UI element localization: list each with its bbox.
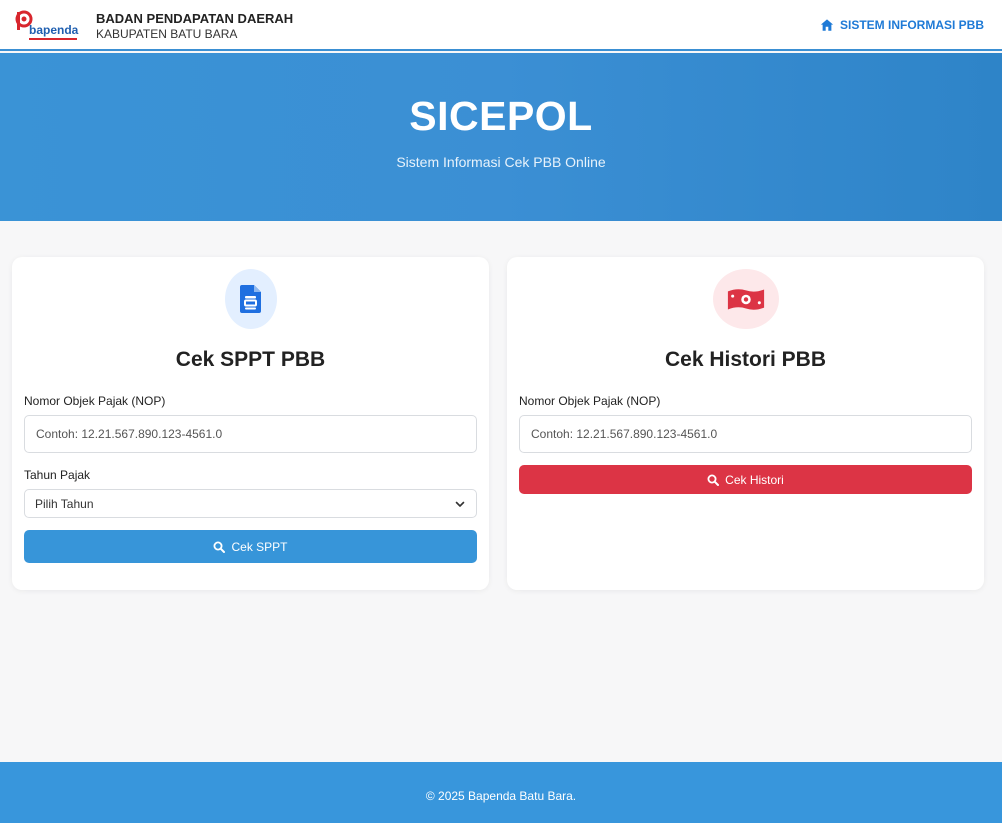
histori-nop-label: Nomor Objek Pajak (NOP) — [519, 394, 661, 408]
document-icon — [239, 285, 261, 313]
tahun-pajak-select[interactable]: Pilih Tahun — [24, 489, 477, 518]
nav-link-sistem-informasi-pbb[interactable]: SISTEM INFORMASI PBB — [820, 18, 984, 32]
hero-banner: SICEPOL Sistem Informasi Cek PBB Online — [0, 53, 1002, 221]
sppt-card-title: Cek SPPT PBB — [175, 348, 326, 371]
top-navbar: bapenda BADAN PENDAPATAN DAERAH KABUPATE… — [0, 0, 1002, 51]
sppt-icon-badge — [224, 269, 277, 329]
hero-title: SICEPOL — [409, 93, 593, 139]
logo-text: bapenda — [29, 23, 79, 37]
cek-sppt-button-label: Cek SPPT — [231, 539, 288, 554]
histori-nop-input[interactable] — [519, 415, 972, 453]
histori-card-title: Cek Histori PBB — [664, 348, 827, 371]
tahun-pajak-selected: Pilih Tahun — [35, 496, 94, 511]
brand-name: BADAN PENDAPATAN DAERAH — [96, 11, 294, 26]
search-icon — [213, 541, 226, 553]
page-footer: © 2025 Bapenda Batu Bara. — [0, 762, 1002, 823]
chevron-down-icon — [455, 501, 465, 507]
money-bill-icon — [727, 289, 764, 310]
histori-icon-badge — [712, 269, 779, 329]
cek-sppt-card: Cek SPPT PBB Nomor Objek Pajak (NOP) Tah… — [12, 257, 489, 590]
brand-subtitle: KABUPATEN BATU BARA — [96, 27, 238, 41]
nav-link-label: SISTEM INFORMASI PBB — [839, 18, 984, 32]
cek-histori-card: Cek Histori PBB Nomor Objek Pajak (NOP) … — [507, 257, 984, 590]
sppt-nop-input[interactable] — [24, 415, 477, 453]
search-icon — [707, 474, 720, 486]
sppt-nop-label: Nomor Objek Pajak (NOP) — [24, 394, 166, 408]
cek-histori-button-label: Cek Histori — [725, 472, 784, 487]
cek-histori-button[interactable]: Cek Histori — [519, 465, 972, 494]
home-icon — [820, 19, 834, 31]
tahun-pajak-label: Tahun Pajak — [24, 468, 91, 482]
cek-sppt-button[interactable]: Cek SPPT — [24, 530, 477, 563]
brand-block: BADAN PENDAPATAN DAERAH KABUPATEN BATU B… — [96, 11, 293, 42]
footer-copyright: © 2025 Bapenda Batu Bara. — [425, 789, 577, 803]
bapenda-logo[interactable]: bapenda — [15, 9, 79, 43]
hero-subtitle: Sistem Informasi Cek PBB Online — [396, 154, 606, 170]
